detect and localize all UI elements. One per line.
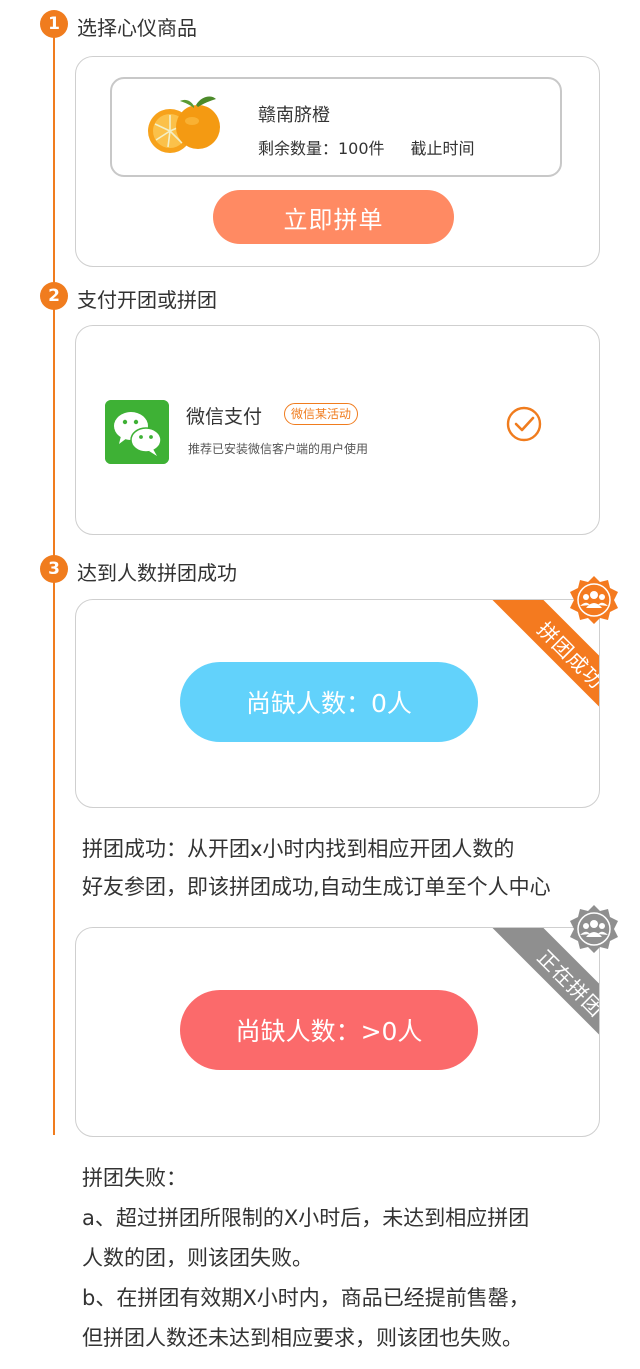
group-ongoing-card: 尚缺人数：>0人 正在拼团 [75, 927, 600, 1137]
success-description-line-1: 拼团成功：从开团x小时内找到相应开团人数的 [82, 837, 515, 861]
failure-title: 拼团失败： [82, 1166, 187, 1190]
payment-card: 微信支付 微信某活动 推荐已安装微信客户端的用户使用 [75, 325, 600, 535]
failure-description: 拼团失败： a、超过拼团所限制的X小时后，未达到相应拼团 人数的团，则该团失败。… [82, 1158, 530, 1358]
step-number-1: 1 [40, 10, 68, 38]
success-description-line-2: 好友参团，即该拼团成功,自动生成订单至个人中心 [82, 875, 551, 899]
failure-rule-b-line-2: 但拼团人数还未达到相应要求，则该团也失败。 [82, 1326, 523, 1350]
wechat-icon [105, 400, 169, 464]
remaining-people-pill: 尚缺人数：0人 [180, 662, 478, 742]
remaining-quantity: 剩余数量：100件 [258, 139, 385, 158]
orange-fruit-icon [148, 96, 220, 153]
step-number-2: 2 [40, 282, 68, 310]
payment-method-name: 微信支付 [186, 406, 263, 428]
deadline-label: 截止时间 [410, 139, 475, 158]
step-title-3: 达到人数拼团成功 [77, 561, 237, 585]
group-people-icon-gray [570, 905, 618, 953]
step-title-2: 支付开团或拼团 [77, 288, 217, 312]
failure-rule-a-line-2: 人数的团，则该团失败。 [82, 1246, 313, 1270]
check-circle-icon [506, 406, 542, 442]
failure-rule-a-line-1: a、超过拼团所限制的X小时后，未达到相应拼团 [82, 1206, 530, 1230]
activity-tag: 微信某活动 [284, 403, 359, 425]
group-people-icon [570, 576, 618, 624]
failure-rule-b-line-1: b、在拼团有效期X小时内，商品已经提前售罄， [82, 1286, 530, 1310]
product-item[interactable]: 赣南脐橙 剩余数量：100件 截止时间 [110, 77, 562, 177]
step-number-3: 3 [40, 555, 68, 583]
remaining-people-pill-ongoing: 尚缺人数：>0人 [180, 990, 478, 1070]
buy-now-button[interactable]: 立即拼单 [213, 190, 454, 244]
success-description: 拼团成功：从开团x小时内找到相应开团人数的 好友参团，即该拼团成功,自动生成订单… [82, 830, 551, 906]
step-title-1: 选择心仪商品 [77, 16, 197, 40]
product-card: 赣南脐橙 剩余数量：100件 截止时间 立即拼单 [75, 56, 600, 267]
product-name: 赣南脐橙 [258, 105, 330, 126]
product-meta: 剩余数量：100件 截止时间 [258, 135, 475, 159]
group-success-card: 尚缺人数：0人 拼团成功 [75, 599, 600, 808]
payment-description: 推荐已安装微信客户端的用户使用 [188, 442, 369, 456]
wechat-pay-option[interactable]: 微信支付 微信某活动 推荐已安装微信客户端的用户使用 [76, 326, 599, 534]
